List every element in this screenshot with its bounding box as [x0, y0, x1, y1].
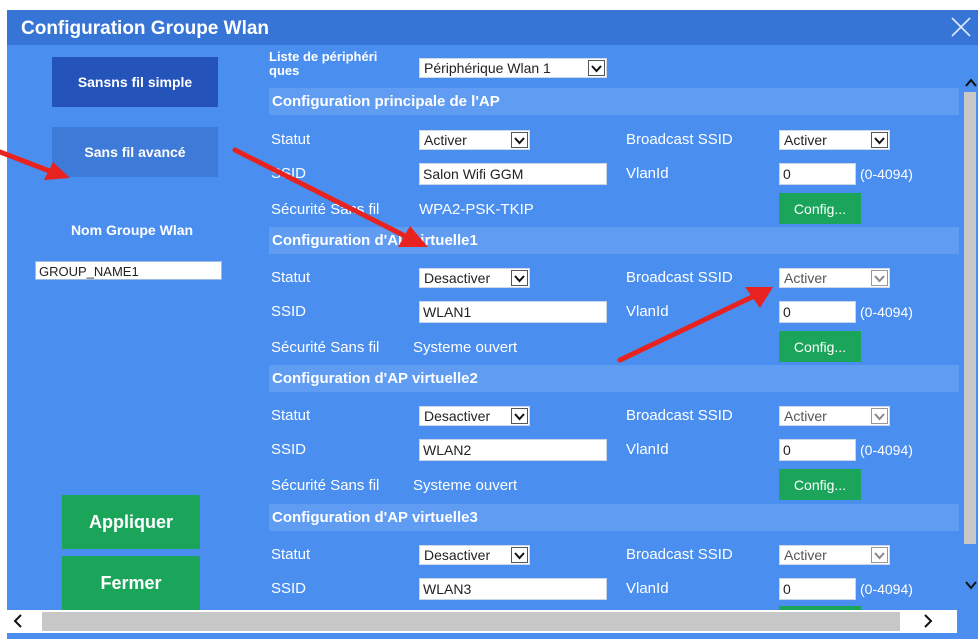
vlan-range-hint: (0-4094) — [860, 304, 913, 320]
vap1-statut-value: Desactiver — [424, 270, 491, 286]
vap1-ssid-input[interactable]: WLAN1 — [419, 301, 607, 323]
ssid-label: SSID — [271, 303, 307, 320]
device-select-value: Périphérique Wlan 1 — [424, 60, 551, 76]
section-title: Configuration principale de l'AP — [272, 93, 500, 110]
vap2-config-button[interactable]: Config... — [779, 469, 861, 500]
chevron-down-icon — [871, 547, 888, 563]
device-list-label-line2: ques — [269, 63, 300, 78]
vap3-statut-value: Desactiver — [424, 547, 491, 563]
vap1-security-value: Systeme ouvert — [413, 339, 518, 356]
main-broadcast-value: Activer — [784, 132, 827, 148]
main-config-button[interactable]: Config... — [779, 193, 861, 224]
main-security-value: WPA2-PSK-TKIP — [419, 201, 534, 218]
vap3-ssid-input[interactable]: WLAN3 — [419, 578, 607, 600]
statut-label: Statut — [271, 131, 311, 148]
dialog-title: Configuration Groupe Wlan — [21, 18, 270, 39]
chevron-down-icon — [588, 60, 605, 76]
broadcast-ssid-label: Broadcast SSID — [626, 131, 733, 148]
scroll-down-icon[interactable] — [964, 578, 978, 592]
vlan-range-hint: (0-4094) — [860, 442, 913, 458]
device-list-label: Liste de périphéri ques — [269, 50, 417, 78]
chevron-down-icon — [511, 408, 528, 424]
vap2-statut-value: Desactiver — [424, 408, 491, 424]
vertical-scroll-thumb[interactable] — [964, 92, 976, 544]
main-ap-section-header: Configuration principale de l'AP — [269, 88, 959, 115]
vap3-broadcast-select[interactable]: Activer — [779, 545, 890, 565]
close-icon[interactable] — [948, 14, 974, 40]
vap1-broadcast-value: Activer — [784, 270, 827, 286]
horizontal-scroll-thumb[interactable] — [42, 612, 900, 631]
ssid-label: SSID — [271, 441, 307, 458]
chevron-down-icon — [511, 270, 528, 286]
vap3-vlanid-input[interactable]: 0 — [779, 578, 856, 600]
scroll-left-icon[interactable] — [9, 612, 27, 630]
ssid-label: SSID — [271, 580, 307, 597]
main-vlanid-input[interactable]: 0 — [779, 163, 856, 185]
chevron-down-icon — [511, 547, 528, 563]
security-label: Sécurité Sans fil — [271, 201, 380, 218]
vap3-broadcast-value: Activer — [784, 547, 827, 563]
group-name-input[interactable]: GROUP_NAME1 — [35, 261, 222, 280]
security-label: Sécurité Sans fil — [271, 477, 380, 494]
statut-label: Statut — [271, 407, 311, 424]
vlanid-label: VlanId — [626, 580, 669, 597]
vlanid-label: VlanId — [626, 441, 669, 458]
device-select[interactable]: Périphérique Wlan 1 — [419, 58, 607, 78]
main-statut-select[interactable]: Activer — [419, 130, 530, 150]
vap1-section-header: Configuration d'AP virtuelle1 — [269, 227, 959, 254]
vap2-broadcast-select[interactable]: Activer — [779, 406, 890, 426]
wlan-group-dialog: Configuration Groupe Wlan Sansns fil sim… — [7, 10, 978, 639]
vap1-vlanid-input[interactable]: 0 — [779, 301, 856, 323]
title-bar: Configuration Groupe Wlan — [7, 10, 978, 45]
close-button[interactable]: Fermer — [62, 556, 200, 610]
vap2-broadcast-value: Activer — [784, 408, 827, 424]
advanced-wireless-button[interactable]: Sans fil avancé — [52, 127, 218, 177]
main-broadcast-select[interactable]: Activer — [779, 130, 890, 150]
chevron-down-icon — [871, 408, 888, 424]
broadcast-ssid-label: Broadcast SSID — [626, 407, 733, 424]
vlan-range-hint: (0-4094) — [860, 166, 913, 182]
device-list-label-line1: Liste de périphéri — [269, 49, 378, 64]
chevron-down-icon — [871, 132, 888, 148]
simple-wireless-button[interactable]: Sansns fil simple — [52, 57, 218, 107]
section-title: Configuration d'AP virtuelle2 — [272, 370, 478, 387]
vap2-section-header: Configuration d'AP virtuelle2 — [269, 365, 959, 392]
section-title: Configuration d'AP virtuelle3 — [272, 509, 478, 526]
scroll-right-icon[interactable] — [919, 612, 937, 630]
security-label: Sécurité Sans fil — [271, 339, 380, 356]
vap2-vlanid-input[interactable]: 0 — [779, 439, 856, 461]
scroll-up-icon[interactable] — [964, 76, 978, 90]
vlanid-label: VlanId — [626, 165, 669, 182]
chevron-down-icon — [511, 132, 528, 148]
vap1-broadcast-select[interactable]: Activer — [779, 268, 890, 288]
settings-panel: Liste de périphéri ques Périphérique Wla… — [269, 48, 959, 610]
vap1-statut-select[interactable]: Desactiver — [419, 268, 530, 288]
statut-label: Statut — [271, 269, 311, 286]
ssid-label: SSID — [271, 165, 307, 182]
statut-label: Statut — [271, 546, 311, 563]
vlanid-label: VlanId — [626, 303, 669, 320]
main-ssid-input[interactable]: Salon Wifi GGM — [419, 163, 607, 185]
apply-button[interactable]: Appliquer — [62, 495, 200, 549]
vap1-config-button[interactable]: Config... — [779, 331, 861, 362]
main-statut-value: Activer — [424, 132, 467, 148]
vertical-scrollbar[interactable] — [962, 72, 978, 620]
group-name-label: Nom Groupe Wlan — [70, 222, 194, 238]
vlan-range-hint: (0-4094) — [860, 581, 913, 597]
horizontal-scrollbar[interactable] — [7, 610, 957, 633]
vap2-ssid-input[interactable]: WLAN2 — [419, 439, 607, 461]
vap3-statut-select[interactable]: Desactiver — [419, 545, 530, 565]
vap2-statut-select[interactable]: Desactiver — [419, 406, 530, 426]
vap3-section-header: Configuration d'AP virtuelle3 — [269, 504, 959, 531]
broadcast-ssid-label: Broadcast SSID — [626, 269, 733, 286]
chevron-down-icon — [871, 270, 888, 286]
broadcast-ssid-label: Broadcast SSID — [626, 546, 733, 563]
vap2-security-value: Systeme ouvert — [413, 477, 518, 494]
section-title: Configuration d'AP virtuelle1 — [272, 232, 478, 249]
